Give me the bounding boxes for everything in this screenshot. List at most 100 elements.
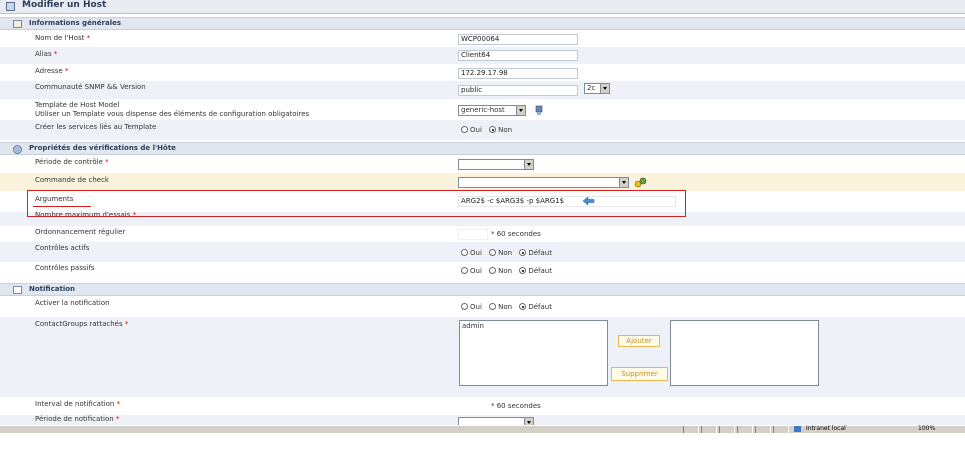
normal-interval-input[interactable] bbox=[458, 229, 488, 240]
statusbar-cell bbox=[701, 426, 717, 433]
snmp-version-select[interactable]: 2c bbox=[584, 83, 610, 94]
zoom-level[interactable]: 100% bbox=[918, 425, 935, 433]
page-header: Modifier un Host bbox=[0, 0, 965, 14]
required-marker: * bbox=[86, 34, 91, 42]
row-contact-groups: ContactGroups rattachés * admin Ajouter … bbox=[0, 317, 965, 397]
section-title: Propriétés des vérifications de l'Hôte bbox=[29, 144, 176, 152]
statusbar-cell bbox=[683, 426, 699, 433]
row-active-checks: Contrôles actifs Oui Non Défaut bbox=[0, 242, 965, 262]
field-label: Ordonnancement régulier bbox=[35, 228, 126, 236]
underline-annotation bbox=[33, 206, 91, 207]
field-label: Activer la notification bbox=[35, 299, 110, 307]
row-create-services: Créer les services liés au Template Oui … bbox=[0, 120, 965, 140]
field-label: Contrôles actifs bbox=[35, 244, 90, 252]
alias-input[interactable]: Client64 bbox=[458, 50, 578, 61]
contact-groups-available-list[interactable] bbox=[670, 320, 819, 386]
section-notification: Notification bbox=[0, 283, 965, 296]
radio-defaut[interactable] bbox=[519, 249, 527, 256]
radio-oui[interactable] bbox=[461, 126, 468, 133]
passive-checks-radios: Oui Non Défaut bbox=[461, 267, 557, 275]
required-marker: * bbox=[116, 400, 121, 408]
field-label: Créer les services liés au Template bbox=[35, 123, 157, 131]
radio-oui[interactable] bbox=[461, 249, 468, 256]
interval-unit: * 60 secondes bbox=[491, 230, 541, 238]
radio-label: Défaut bbox=[528, 267, 552, 275]
highlight-annotation-box bbox=[27, 190, 686, 217]
radio-non[interactable] bbox=[489, 249, 497, 256]
radio-defaut[interactable] bbox=[519, 267, 527, 274]
chevron-down-icon bbox=[600, 84, 609, 93]
row-address: Adresse * 172.29.17.98 bbox=[0, 64, 965, 81]
row-notif-enabled: Activer la notification Oui Non Défaut bbox=[0, 297, 965, 317]
field-label: Communauté SNMP && Version bbox=[35, 83, 146, 91]
notif-enabled-radios: Oui Non Défaut bbox=[461, 303, 557, 311]
add-contactgroup-button[interactable]: Ajouter bbox=[618, 335, 660, 347]
radio-non[interactable] bbox=[489, 303, 497, 310]
required-marker: * bbox=[124, 320, 129, 328]
section-title: Notification bbox=[29, 285, 76, 293]
field-label: Contrôles passifs bbox=[35, 264, 95, 272]
row-notif-interval: Interval de notification * * 60 secondes bbox=[0, 397, 965, 415]
radio-label: Non bbox=[498, 267, 513, 275]
field-label: Période de contrôle bbox=[35, 158, 103, 166]
security-zone: Intranet local bbox=[806, 425, 846, 432]
gear-icon bbox=[13, 145, 22, 154]
browser-statusbar: Intranet local 100% bbox=[0, 425, 965, 450]
radio-label: Oui bbox=[470, 267, 482, 275]
radio-label: Défaut bbox=[528, 303, 552, 311]
chevron-down-icon bbox=[619, 178, 628, 187]
radio-non[interactable] bbox=[489, 126, 497, 133]
interval-unit: * 60 secondes bbox=[491, 402, 541, 410]
statusbar-cell bbox=[773, 426, 789, 433]
field-label: ContactGroups rattachés bbox=[35, 320, 123, 328]
section-title: Informations générales bbox=[29, 19, 122, 27]
radio-defaut[interactable] bbox=[519, 303, 527, 310]
command-wizard-icon[interactable] bbox=[634, 177, 647, 188]
info-icon bbox=[13, 20, 22, 28]
radio-label: Non bbox=[498, 249, 513, 257]
field-label: Commande de check bbox=[35, 176, 109, 184]
selected-value: generic-host bbox=[461, 106, 505, 114]
required-marker: * bbox=[64, 67, 69, 75]
active-checks-radios: Oui Non Défaut bbox=[461, 249, 557, 257]
radio-non[interactable] bbox=[489, 267, 497, 274]
template-select[interactable]: generic-host bbox=[458, 105, 526, 116]
radio-label: Non bbox=[498, 126, 513, 134]
host-icon bbox=[6, 2, 15, 11]
radio-label: Défaut bbox=[528, 249, 552, 257]
host-name-input[interactable]: WCP00064 bbox=[458, 34, 578, 45]
statusbar-cell bbox=[755, 426, 771, 433]
row-normal-interval: Ordonnancement régulier * 60 secondes bbox=[0, 226, 965, 242]
chevron-down-icon bbox=[516, 106, 525, 115]
section-general: Informations générales bbox=[0, 17, 965, 30]
row-passive-checks: Contrôles passifs Oui Non Défaut bbox=[0, 262, 965, 282]
check-command-select[interactable] bbox=[458, 177, 629, 188]
intranet-zone-icon bbox=[794, 426, 801, 432]
address-input[interactable]: 172.29.17.98 bbox=[458, 68, 578, 79]
list-item[interactable]: admin bbox=[460, 321, 607, 331]
required-marker: * bbox=[53, 50, 58, 58]
notif-period-select[interactable] bbox=[458, 417, 534, 425]
notification-icon bbox=[13, 286, 22, 294]
chevron-down-icon bbox=[524, 160, 533, 169]
row-check-command: Commande de check bbox=[0, 173, 965, 191]
radio-label: Oui bbox=[470, 249, 482, 257]
radio-label: Oui bbox=[470, 126, 482, 134]
contact-groups-selected-list[interactable]: admin bbox=[459, 320, 608, 386]
radio-label: Non bbox=[498, 303, 513, 311]
remove-contactgroup-button[interactable]: Supprimer bbox=[611, 367, 668, 381]
row-snmp: Communauté SNMP && Version public 2c bbox=[0, 81, 965, 99]
row-host-name: Nom de l'Host * WCP00064 bbox=[0, 31, 965, 47]
row-template: Template de Host Model Utiliser un Templ… bbox=[0, 99, 965, 120]
statusbar-cell bbox=[719, 426, 735, 433]
row-alias: Alias * Client64 bbox=[0, 47, 965, 64]
radio-oui[interactable] bbox=[461, 267, 468, 274]
check-period-select[interactable] bbox=[458, 159, 534, 170]
notif-interval-input[interactable] bbox=[458, 402, 488, 413]
radio-oui[interactable] bbox=[461, 303, 468, 310]
selected-value: 2c bbox=[587, 84, 596, 92]
field-sublabel: Utiliser un Template vous dispense des é… bbox=[35, 110, 310, 118]
required-marker: * bbox=[105, 158, 109, 166]
snmp-community-input[interactable]: public bbox=[458, 85, 578, 96]
template-info-icon[interactable] bbox=[534, 105, 544, 116]
